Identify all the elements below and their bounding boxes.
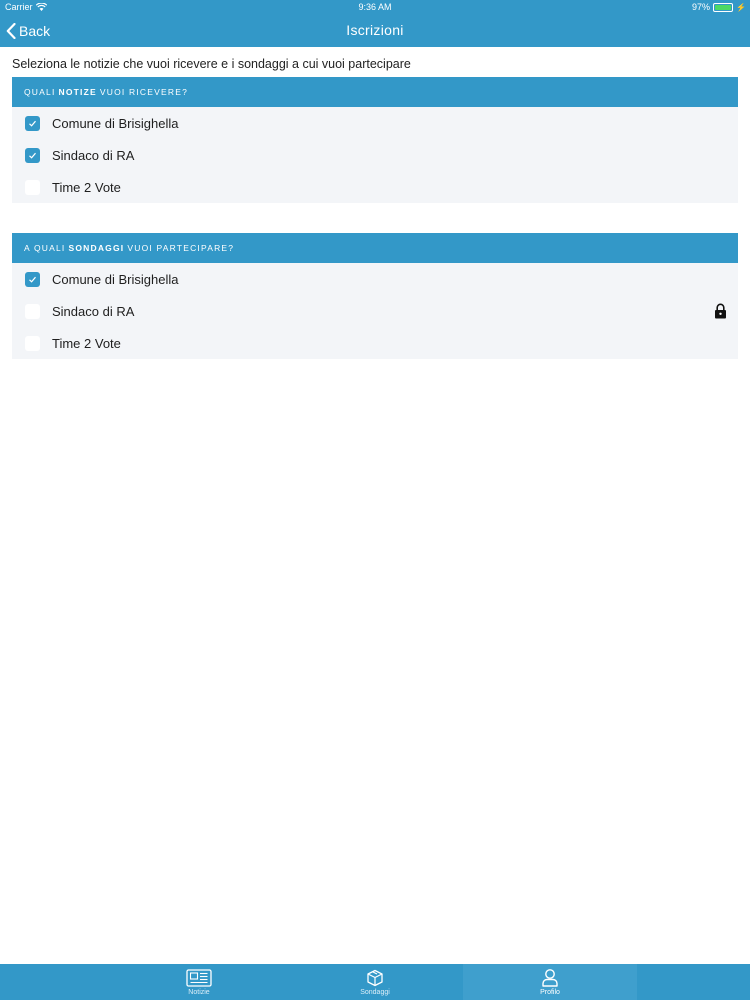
checkbox[interactable]	[25, 115, 40, 131]
battery-icon	[713, 2, 734, 12]
top-bar: Carrier 9:36 AM 97% ⚡ Back Iscrizioni	[0, 0, 750, 47]
checkbox[interactable]	[25, 179, 40, 195]
news-list: Comune di Brisighella Sindaco di RA Time 2…	[12, 107, 738, 203]
ballot-box-icon	[367, 969, 383, 986]
checkmark-icon	[29, 276, 36, 283]
page-title: Iscrizioni	[346, 22, 404, 38]
checkbox[interactable]	[25, 335, 40, 351]
user-icon	[542, 969, 558, 987]
subscription-row[interactable]: Time 2 Vote	[12, 327, 738, 359]
polls-section-header: A quali Sondaggi vuoi partecipare?	[12, 233, 738, 263]
subscription-label: Time 2 Vote	[52, 335, 121, 351]
subscription-row[interactable]: Sindaco di RA	[12, 139, 738, 171]
subscription-label: Comune di Brisighella	[52, 271, 179, 287]
checkmark-icon	[29, 152, 36, 159]
tab-sondaggi[interactable]: Sondaggi	[288, 964, 462, 1000]
subscription-row[interactable]: Comune di Brisighella	[12, 263, 738, 295]
tab-profilo[interactable]: Profilo	[463, 964, 637, 1000]
polls-header-bold: Sondaggi	[68, 243, 125, 253]
tab-profilo-label: Profilo	[540, 989, 560, 996]
news-header-pre: Quali	[24, 87, 56, 97]
subscription-label: Sindaco di RA	[52, 147, 135, 163]
tab-notizie[interactable]: Notizie	[112, 964, 286, 1000]
subscription-row[interactable]: Sindaco di RA	[12, 295, 738, 327]
news-subscriptions-section: Quali Notize vuoi ricevere? Comune di Br…	[12, 77, 738, 203]
subscription-label: Sindaco di RA	[52, 303, 135, 319]
checkmark-icon	[29, 120, 36, 127]
battery-percent: 97%	[692, 2, 711, 12]
subscription-label: Time 2 Vote	[52, 179, 121, 195]
polls-list: Comune di Brisighella Sindaco di RA Time 2…	[12, 263, 738, 359]
charging-icon: ⚡	[736, 2, 746, 12]
news-header-post: vuoi ricevere?	[99, 87, 189, 97]
polls-header-post: vuoi partecipare?	[127, 243, 235, 253]
newspaper-icon	[186, 968, 212, 987]
tab-sondaggi-label: Sondaggi	[360, 988, 390, 996]
checkbox[interactable]	[25, 271, 40, 287]
intro-text: Seleziona le notizie che vuoi ricevere e…	[12, 57, 411, 71]
subscription-row[interactable]: Comune di Brisighella	[12, 107, 738, 139]
news-section-header: Quali Notize vuoi ricevere?	[12, 77, 738, 107]
lock-icon	[715, 303, 726, 319]
polls-header-pre: A quali	[24, 243, 66, 253]
navigation-bar: Back Iscrizioni	[0, 15, 750, 47]
status-bar: Carrier 9:36 AM 97% ⚡	[0, 0, 750, 15]
subscription-label: Comune di Brisighella	[52, 115, 179, 131]
subscription-row[interactable]: Time 2 Vote	[12, 171, 738, 203]
checkbox[interactable]	[25, 147, 40, 163]
clock: 9:36 AM	[358, 2, 392, 12]
battery-indicator: 97% ⚡	[692, 2, 746, 12]
checkbox[interactable]	[25, 303, 40, 319]
polls-subscriptions-section: A quali Sondaggi vuoi partecipare? Comun…	[12, 233, 738, 359]
tab-notizie-label: Notizie	[188, 988, 210, 996]
news-header-bold: Notize	[58, 87, 97, 97]
tab-bar: Notizie Sondaggi Profilo	[0, 964, 750, 1000]
